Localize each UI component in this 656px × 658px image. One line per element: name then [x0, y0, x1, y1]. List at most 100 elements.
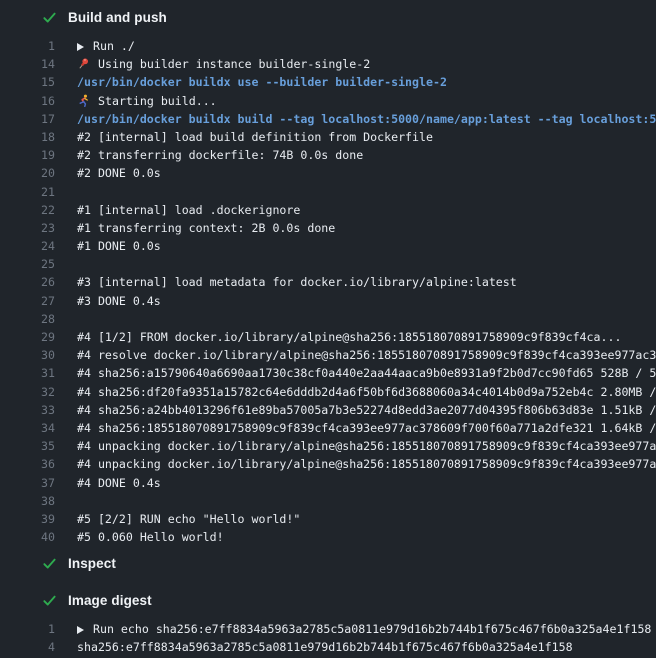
log-line: 31#4 sha256:a15790640a6690aa1730c38cf0a4… [0, 364, 656, 382]
line-number[interactable]: 33 [0, 401, 55, 419]
line-number[interactable]: 40 [0, 528, 55, 546]
log-line: 32#4 sha256:df20fa9351a15782c64e6dddb2d4… [0, 383, 656, 401]
log-line: 14Using builder instance builder-single-… [0, 55, 656, 73]
line-number[interactable]: 16 [0, 92, 55, 110]
line-number[interactable]: 1 [0, 620, 55, 638]
log-text: #2 DONE 0.0s [55, 164, 656, 182]
section-header-build-and-push[interactable]: Build and push [0, 0, 656, 34]
log-text: #2 [internal] load build definition from… [55, 128, 656, 146]
runner-icon [77, 94, 98, 108]
run-arrow-icon [77, 622, 93, 636]
line-number[interactable]: 17 [0, 110, 55, 128]
log-line: 20#2 DONE 0.0s [0, 164, 656, 182]
section-title: Image digest [68, 593, 152, 608]
log-text: #4 sha256:a24bb4013296f61e89ba57005a7b3e… [55, 401, 656, 419]
line-number[interactable]: 31 [0, 364, 55, 382]
line-number[interactable]: 35 [0, 437, 55, 455]
line-number[interactable]: 24 [0, 237, 55, 255]
check-icon [42, 10, 57, 25]
line-number[interactable]: 19 [0, 146, 55, 164]
log-line: 30#4 resolve docker.io/library/alpine@sh… [0, 346, 656, 364]
line-number[interactable]: 32 [0, 383, 55, 401]
log-text: #4 resolve docker.io/library/alpine@sha2… [55, 346, 656, 364]
log-text: #1 [internal] load .dockerignore [55, 201, 656, 219]
log-text: #1 DONE 0.0s [55, 237, 656, 255]
log-line: 1Run echo sha256:e7ff8834a5963a2785c5a08… [0, 620, 656, 638]
section-title: Inspect [68, 556, 116, 571]
line-number[interactable]: 34 [0, 419, 55, 437]
log-text: #4 unpacking docker.io/library/alpine@sh… [55, 455, 656, 473]
line-number[interactable]: 23 [0, 219, 55, 237]
log-text: #4 [1/2] FROM docker.io/library/alpine@s… [55, 328, 656, 346]
log-text: #5 [2/2] RUN echo "Hello world!" [55, 510, 656, 528]
log-line: 22#1 [internal] load .dockerignore [0, 201, 656, 219]
log-text: Run ./ [55, 37, 656, 55]
log-text: sha256:e7ff8834a5963a2785c5a0811e979d16b… [55, 638, 656, 656]
line-number[interactable]: 22 [0, 201, 55, 219]
log-text [55, 492, 656, 510]
log-text [55, 310, 656, 328]
line-number[interactable]: 29 [0, 328, 55, 346]
log-line: 15/usr/bin/docker buildx use --builder b… [0, 73, 656, 91]
log-text: Using builder instance builder-single-2 [55, 55, 656, 73]
run-arrow-icon [77, 39, 93, 53]
log-text: Run echo sha256:e7ff8834a5963a2785c5a081… [55, 620, 656, 638]
line-number[interactable]: 38 [0, 492, 55, 510]
log-line: 27#3 DONE 0.4s [0, 292, 656, 310]
log-text [55, 183, 656, 201]
log-text: #1 transferring context: 2B 0.0s done [55, 219, 656, 237]
log-line: 34#4 sha256:185518070891758909c9f839cf4c… [0, 419, 656, 437]
line-number[interactable]: 36 [0, 455, 55, 473]
line-number[interactable]: 37 [0, 474, 55, 492]
log-text: #2 transferring dockerfile: 74B 0.0s don… [55, 146, 656, 164]
log-line: 29#4 [1/2] FROM docker.io/library/alpine… [0, 328, 656, 346]
log-line: 33#4 sha256:a24bb4013296f61e89ba57005a7b… [0, 401, 656, 419]
line-number[interactable]: 28 [0, 310, 55, 328]
line-number[interactable]: 39 [0, 510, 55, 528]
log-line: 18#2 [internal] load build definition fr… [0, 128, 656, 146]
section-image-digest: Image digest 1Run echo sha256:e7ff8834a5… [0, 583, 656, 656]
log-line: 21 [0, 183, 656, 201]
pushpin-icon [77, 57, 98, 71]
log-text: #3 [internal] load metadata for docker.i… [55, 273, 656, 291]
section-build-and-push: Build and push 1Run ./14Using builder in… [0, 0, 656, 546]
log-text: /usr/bin/docker buildx use --builder bui… [55, 73, 656, 91]
log-lines: 1Run echo sha256:e7ff8834a5963a2785c5a08… [0, 617, 656, 656]
line-number[interactable]: 27 [0, 292, 55, 310]
log-text: Starting build... [55, 92, 656, 110]
log-line: 25 [0, 255, 656, 273]
line-number[interactable]: 14 [0, 55, 55, 73]
section-title: Build and push [68, 10, 167, 25]
log-line: 35#4 unpacking docker.io/library/alpine@… [0, 437, 656, 455]
log-text: #3 DONE 0.4s [55, 292, 656, 310]
log-line: 19#2 transferring dockerfile: 74B 0.0s d… [0, 146, 656, 164]
workflow-log: Build and push 1Run ./14Using builder in… [0, 0, 656, 657]
log-line: 36#4 unpacking docker.io/library/alpine@… [0, 455, 656, 473]
line-number[interactable]: 1 [0, 37, 55, 55]
log-line: 38 [0, 492, 656, 510]
line-number[interactable]: 21 [0, 183, 55, 201]
log-text [55, 255, 656, 273]
check-icon [42, 593, 57, 608]
log-line: 24#1 DONE 0.0s [0, 237, 656, 255]
line-number[interactable]: 15 [0, 73, 55, 91]
log-line: 1Run ./ [0, 37, 656, 55]
line-number[interactable]: 20 [0, 164, 55, 182]
line-number[interactable]: 18 [0, 128, 55, 146]
log-line: 40#5 0.060 Hello world! [0, 528, 656, 546]
line-number[interactable]: 30 [0, 346, 55, 364]
section-header-inspect[interactable]: Inspect [0, 546, 656, 580]
log-text: #5 0.060 Hello world! [55, 528, 656, 546]
log-line: 17/usr/bin/docker buildx build --tag loc… [0, 110, 656, 128]
log-line: 37#4 DONE 0.4s [0, 474, 656, 492]
section-header-image-digest[interactable]: Image digest [0, 583, 656, 617]
check-icon [42, 556, 57, 571]
line-number[interactable]: 25 [0, 255, 55, 273]
log-line: 39#5 [2/2] RUN echo "Hello world!" [0, 510, 656, 528]
section-inspect: Inspect [0, 546, 656, 583]
log-line: 23#1 transferring context: 2B 0.0s done [0, 219, 656, 237]
log-line: 28 [0, 310, 656, 328]
line-number[interactable]: 26 [0, 273, 55, 291]
line-number[interactable]: 4 [0, 638, 55, 656]
log-line: 26#3 [internal] load metadata for docker… [0, 273, 656, 291]
